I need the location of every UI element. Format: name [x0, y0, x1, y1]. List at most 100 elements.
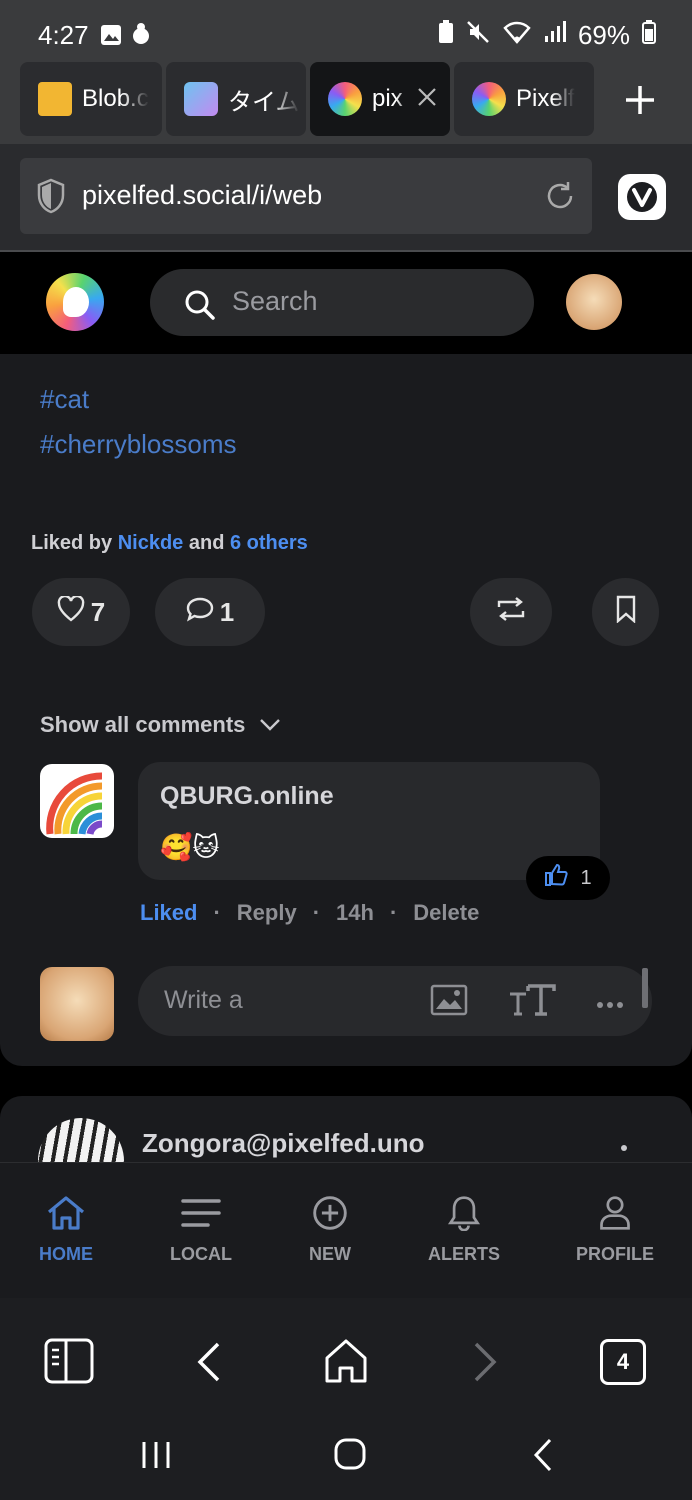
liked-by-others[interactable]: 6 others [230, 532, 308, 554]
nav-label: LOCAL [170, 1244, 232, 1264]
pixelfed-logo[interactable] [46, 273, 104, 331]
system-navigation [0, 1412, 692, 1500]
share-button[interactable] [470, 578, 552, 646]
system-home-icon[interactable] [334, 1438, 366, 1475]
plus-circle-icon [310, 1196, 350, 1235]
browser-tab-tiime[interactable]: タイム [166, 62, 306, 136]
wifi-icon [502, 20, 532, 51]
liked-by-middle: and [188, 532, 225, 554]
new-tab-icon[interactable] [622, 82, 658, 123]
nav-new[interactable]: NEW [270, 1195, 390, 1265]
close-tab-icon[interactable] [416, 86, 438, 113]
search-icon [184, 289, 216, 326]
address-bar-area: pixelfed.social/i/web [0, 144, 692, 252]
comment-like-badge[interactable]: 1 [526, 856, 610, 900]
comment-author[interactable]: QBURG.online [160, 782, 334, 811]
comment-button[interactable]: 1 [155, 578, 265, 646]
bookmark-icon [615, 595, 637, 630]
home-icon [45, 1196, 87, 1235]
menu-icon [180, 1199, 222, 1235]
browser-tab-pixelfed[interactable]: Pixelf [454, 62, 594, 136]
image-icon[interactable] [430, 984, 468, 1021]
comment-icon [186, 596, 214, 629]
hashtag-cat[interactable]: #cat [40, 384, 89, 415]
mute-icon [466, 20, 490, 51]
comment-actions: Liked · Reply · 14h · Delete [140, 900, 479, 926]
shield-icon[interactable] [36, 178, 66, 219]
next-post-author[interactable]: Zongora@pixelfed.uno [142, 1128, 424, 1159]
nav-label: NEW [309, 1244, 351, 1264]
status-bar: 4:27 69% [0, 0, 692, 62]
hashtag-cherryblossoms[interactable]: #cherryblossoms [40, 429, 237, 460]
tab-strip: Blob.c タイム pix Pixelf [0, 62, 692, 144]
bookmark-button[interactable] [592, 578, 659, 646]
show-all-comments-label: Show all comments [40, 712, 246, 737]
tab-label: Blob.c [82, 85, 149, 112]
scrollbar[interactable] [642, 968, 648, 1008]
heart-icon [57, 594, 85, 629]
panel-icon[interactable] [44, 1338, 94, 1389]
comment-input[interactable]: Write a [138, 966, 652, 1036]
home-page-icon[interactable] [324, 1338, 368, 1389]
nav-label: PROFILE [575, 1244, 654, 1264]
nav-local[interactable]: LOCAL [141, 1195, 261, 1265]
recent-apps-icon[interactable] [140, 1440, 172, 1475]
post-card: #cat #cherryblossoms Liked by Nickde and… [0, 354, 692, 1066]
status-time: 4:27 [38, 20, 89, 50]
pixelfed-header: Search [0, 252, 692, 354]
browser-toolbar: 4 [0, 1298, 692, 1412]
forward-icon [472, 1342, 498, 1387]
repost-icon [494, 596, 528, 629]
vivaldi-menu-icon[interactable] [618, 174, 666, 220]
bell-icon [446, 1196, 482, 1235]
comment-delete-link[interactable]: Delete [413, 900, 479, 926]
comment-input-placeholder: Write a [164, 986, 243, 1014]
browser-tab-pixelfed-active[interactable]: pix [310, 62, 450, 136]
tab-switcher-button[interactable]: 4 [600, 1339, 646, 1385]
blobcat-icon [38, 82, 72, 116]
user-icon [597, 1196, 633, 1235]
chevron-down-icon [259, 712, 281, 738]
battery-icon [642, 20, 656, 51]
liked-by-line: Liked by Nickde and 6 others [31, 532, 308, 555]
comment-reply-link[interactable]: Reply [237, 900, 297, 926]
separator-dot: · [312, 900, 321, 925]
show-all-comments[interactable]: Show all comments [40, 712, 281, 738]
battery-saver-icon [438, 20, 454, 51]
more-options-icon[interactable] [596, 996, 624, 1014]
search-input[interactable]: Search [150, 269, 534, 336]
browser-tab-blobcat[interactable]: Blob.c [20, 62, 162, 136]
tiime-icon [184, 82, 218, 116]
current-user-avatar [40, 967, 114, 1041]
pixelfed-icon [328, 82, 362, 116]
comment-liked-link[interactable]: Liked [140, 900, 197, 926]
comment-body: 🥰🐱 [160, 832, 220, 862]
app-notification-icon [130, 22, 152, 51]
comment-time: 14h [336, 900, 374, 925]
back-icon[interactable] [196, 1342, 222, 1387]
nav-home[interactable]: HOME [6, 1195, 126, 1265]
nav-label: ALERTS [428, 1244, 500, 1264]
gallery-icon [100, 24, 122, 51]
thumbs-up-icon [544, 863, 569, 893]
nav-label: HOME [39, 1244, 93, 1264]
separator-dot: · [389, 900, 398, 925]
url-text[interactable]: pixelfed.social/i/web [82, 180, 322, 211]
address-bar[interactable]: pixelfed.social/i/web [20, 158, 592, 234]
comment-like-count: 1 [580, 866, 592, 889]
avatar[interactable] [566, 274, 622, 330]
liked-by-user[interactable]: Nickde [118, 532, 184, 554]
status-right: 69% [438, 20, 656, 51]
like-button[interactable]: 7 [32, 578, 130, 646]
text-format-icon[interactable] [508, 982, 556, 1023]
comment-count: 1 [219, 596, 235, 627]
nav-alerts[interactable]: ALERTS [404, 1195, 524, 1265]
like-count: 7 [90, 596, 106, 627]
nav-profile[interactable]: PROFILE [555, 1195, 675, 1265]
tab-label: タイム [228, 88, 300, 116]
separator-dot: · [213, 900, 221, 925]
commenter-avatar[interactable] [40, 764, 114, 838]
reload-icon[interactable] [544, 180, 576, 217]
bottom-navigation: HOME LOCAL NEW ALERTS PROFILE [0, 1162, 692, 1299]
system-back-icon[interactable] [532, 1438, 554, 1477]
